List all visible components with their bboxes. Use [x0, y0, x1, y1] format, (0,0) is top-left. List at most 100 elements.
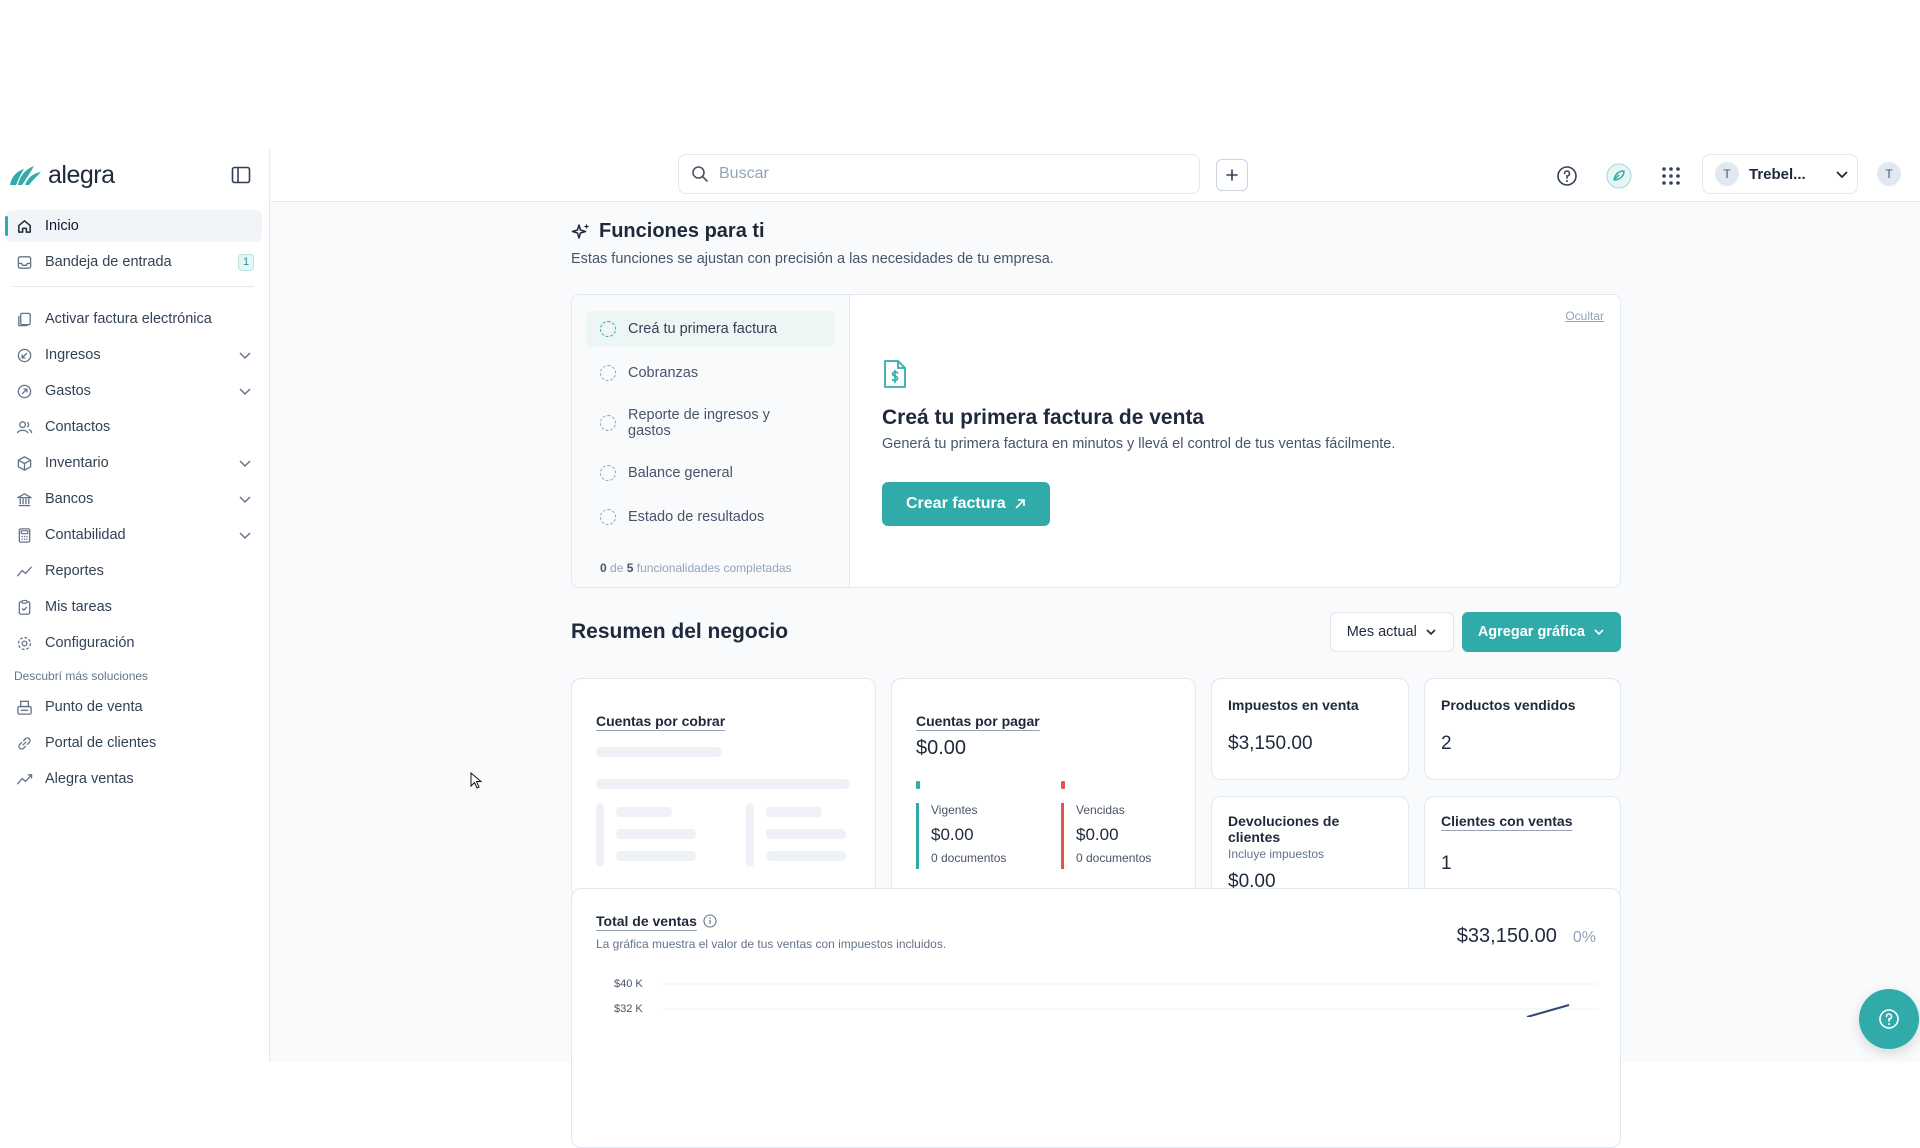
- current-indicator-bar: [916, 781, 920, 789]
- customer-returns-note: Incluye impuestos: [1228, 847, 1325, 861]
- quick-create-button[interactable]: [1216, 159, 1248, 191]
- income-icon: [17, 348, 32, 362]
- current-docs: 0 documentos: [931, 851, 1007, 865]
- sidebar-item-bandeja-de-entrada[interactable]: Bandeja de entrada 1: [6, 246, 262, 278]
- chevron-down-icon: [1836, 171, 1848, 179]
- loading-skeleton: [596, 803, 604, 867]
- total-sales-change: 0%: [1572, 929, 1596, 946]
- products-sold-title: Productos vendidos: [1441, 697, 1576, 713]
- assistant-button[interactable]: [1606, 163, 1632, 189]
- sidebar-item-inventario[interactable]: Inventario: [6, 447, 262, 479]
- chevron-down-icon: [1594, 629, 1604, 636]
- total-sales-summary: $33,150.00 0%: [1457, 925, 1596, 948]
- payables-overdue: Vencidas $0.00 0 documentos: [1061, 803, 1151, 869]
- chevron-down-icon[interactable]: [238, 456, 252, 470]
- hide-link[interactable]: Ocultar: [1565, 309, 1604, 323]
- sidebar-item-portal-de-clientes[interactable]: Portal de clientes: [6, 727, 262, 759]
- y-tick-label: $40 K: [614, 978, 643, 990]
- sidebar-item-ingresos[interactable]: Ingresos: [6, 339, 262, 371]
- products-sold-value: 2: [1441, 733, 1452, 754]
- progress-done: 0: [600, 561, 607, 575]
- customer-returns-title: Devoluciones de clientes: [1228, 813, 1340, 845]
- info-icon[interactable]: [703, 914, 717, 928]
- step-item-reporte-ingresos-gastos[interactable]: Reporte de ingresos y gastos: [586, 399, 835, 447]
- step-status-icon: [600, 465, 616, 481]
- trend-icon: [16, 565, 33, 577]
- sidebar-item-configuracion[interactable]: Configuración: [6, 627, 262, 659]
- sidebar-item-punto-de-venta[interactable]: Punto de venta: [6, 691, 262, 723]
- chevron-down-icon[interactable]: [238, 528, 252, 542]
- sidebar-item-label: Activar factura electrónica: [45, 311, 212, 327]
- search-box[interactable]: [678, 154, 1200, 194]
- invoice-document-icon: [884, 360, 906, 388]
- search-icon: [692, 166, 708, 182]
- loading-skeleton: [616, 807, 672, 817]
- create-invoice-button[interactable]: Crear factura: [882, 482, 1050, 526]
- sidebar-item-label: Portal de clientes: [45, 735, 157, 751]
- home-icon: [18, 219, 31, 233]
- chevron-down-icon[interactable]: [238, 384, 252, 398]
- period-select-button[interactable]: Mes actual: [1329, 612, 1454, 652]
- step-label: Reporte de ingresos y gastos: [628, 407, 770, 439]
- support-help-button[interactable]: [1859, 989, 1919, 1049]
- sidebar-toggle-icon: [231, 166, 251, 184]
- add-chart-label: Agregar gráfica: [1477, 624, 1585, 640]
- sales-series-line: [1526, 1004, 1570, 1017]
- chevron-down-icon[interactable]: [238, 492, 252, 506]
- sidebar-collapse-button[interactable]: [230, 164, 252, 186]
- add-chart-button[interactable]: Agregar gráfica: [1461, 612, 1621, 652]
- step-item-cobranzas[interactable]: Cobranzas: [586, 355, 835, 391]
- arrow-up-right-icon: [1015, 499, 1025, 509]
- chevron-down-icon[interactable]: [238, 348, 252, 362]
- calculator-icon: [18, 527, 31, 543]
- company-name: Trebel...: [1749, 165, 1806, 183]
- search-input[interactable]: [719, 165, 1159, 183]
- sidebar-item-contabilidad[interactable]: Contabilidad: [6, 519, 262, 551]
- step-status-icon: [600, 321, 616, 337]
- inbox-count-badge: 1: [238, 253, 254, 271]
- overdue-indicator-bar: [1061, 781, 1065, 789]
- sidebar-item-gastos[interactable]: Gastos: [6, 375, 262, 407]
- step-item-balance-general[interactable]: Balance general: [586, 455, 835, 491]
- step-item-estado-resultados[interactable]: Estado de resultados: [586, 499, 835, 535]
- sales-tax-value: $3,150.00: [1228, 733, 1313, 754]
- sidebar-item-inicio[interactable]: Inicio: [5, 210, 262, 242]
- payables-title[interactable]: Cuentas por pagar: [916, 713, 1040, 729]
- customer-returns-card: Devoluciones de clientes Incluye impuest…: [1211, 796, 1409, 898]
- step-label: Balance general: [628, 465, 733, 481]
- help-button[interactable]: [1554, 163, 1580, 189]
- grid-dots-icon: [1662, 167, 1680, 185]
- total-sales-header: Total de ventas La gráfica muestra el va…: [596, 913, 946, 951]
- mouse-pointer-icon: [470, 771, 483, 795]
- assistant-leaf-icon: [1606, 163, 1632, 189]
- clients-with-sales-title[interactable]: Clientes con ventas: [1441, 813, 1604, 829]
- current-label: Vigentes: [931, 803, 978, 817]
- sidebar-item-label: Inventario: [45, 455, 109, 471]
- sidebar-item-alegra-ventas[interactable]: Alegra ventas: [6, 763, 262, 795]
- payables-card: Cuentas por pagar $0.00 Vigentes $0.00 0…: [891, 678, 1196, 898]
- company-selector[interactable]: T Trebel...: [1702, 154, 1858, 194]
- sidebar-item-bancos[interactable]: Bancos: [6, 483, 262, 515]
- overdue-label: Vencidas: [1076, 803, 1125, 817]
- total-sales-title[interactable]: Total de ventas: [596, 913, 697, 929]
- sidebar-item-label: Inicio: [45, 218, 79, 234]
- functions-heading: Funciones para ti: [571, 220, 1621, 243]
- sidebar-divider: [12, 286, 254, 287]
- sidebar-item-contactos[interactable]: Contactos: [6, 411, 262, 443]
- sidebar-item-activar-factura[interactable]: Activar factura electrónica: [6, 303, 262, 335]
- receivables-card: Cuentas por cobrar: [571, 678, 876, 898]
- clipboard-icon: [18, 599, 31, 615]
- overdue-docs: 0 documentos: [1076, 851, 1152, 865]
- period-label: Mes actual: [1346, 624, 1417, 640]
- user-avatar[interactable]: T: [1877, 162, 1901, 186]
- functions-card: Creá tu primera factura Cobranzas Report…: [571, 294, 1621, 588]
- loading-skeleton: [616, 829, 696, 839]
- sidebar-item-reportes[interactable]: Reportes: [6, 555, 262, 587]
- sidebar-nav: Inicio Bandeja de entrada 1 Activar fact…: [5, 210, 262, 799]
- inbox-icon: [17, 255, 32, 269]
- step-item-primera-factura[interactable]: Creá tu primera factura: [586, 311, 835, 347]
- alegra-logo[interactable]: alegra: [8, 161, 115, 189]
- receivables-title[interactable]: Cuentas por cobrar: [596, 713, 725, 729]
- apps-menu-button[interactable]: [1658, 163, 1684, 189]
- sidebar-item-mis-tareas[interactable]: Mis tareas: [6, 591, 262, 623]
